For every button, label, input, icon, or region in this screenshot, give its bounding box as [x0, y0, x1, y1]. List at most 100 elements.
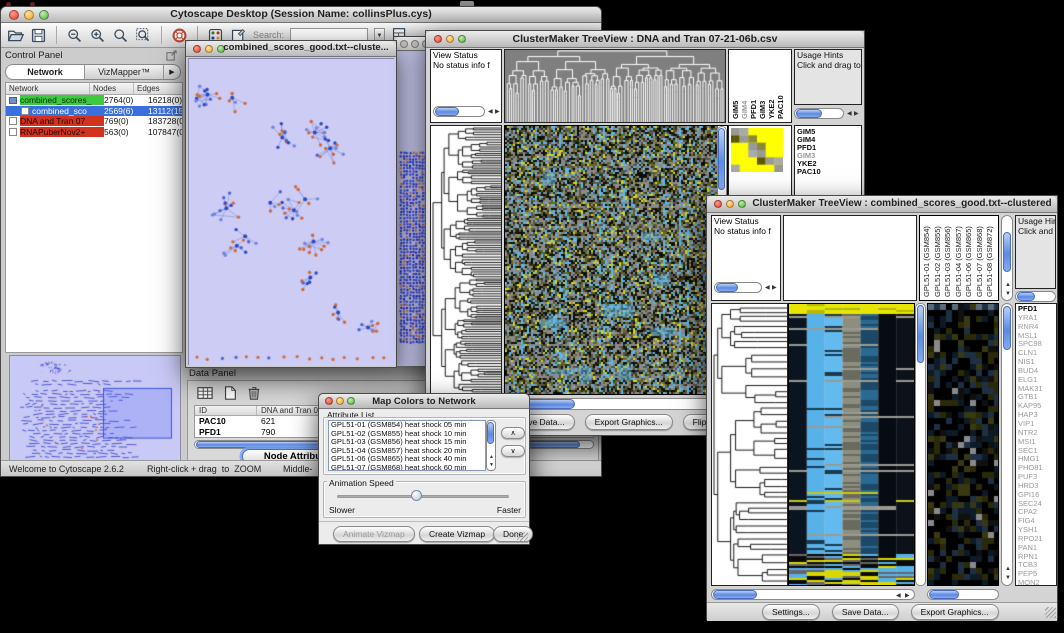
tree1-column-label[interactable]: GIM4 [741, 101, 749, 119]
tree2-column-label[interactable]: GPL51-06 (GSM865) [965, 226, 973, 297]
delete-attribute-icon[interactable] [246, 384, 262, 401]
scrollbar-thumb[interactable] [487, 422, 494, 444]
attribute-table-icon[interactable] [196, 385, 214, 401]
network-overview-canvas[interactable] [10, 356, 180, 464]
scrollbar-thumb[interactable] [929, 590, 959, 599]
tree2-gene-vscrollbar[interactable]: ▲ ▼ [1001, 303, 1013, 586]
tree1-titlebar[interactable]: ClusterMaker TreeView : DNA and Tran 07-… [426, 31, 864, 48]
scrollbar-thumb[interactable] [713, 590, 757, 599]
tree2-column-label[interactable]: GPL51-03 (GSM856) [944, 226, 952, 297]
tree2-column-label[interactable]: GPL51-04 (GSM857) [955, 226, 963, 297]
scroll-left-arrow-icon[interactable]: ◀ [847, 111, 852, 117]
scroll-down-arrow-icon[interactable]: ▼ [1005, 575, 1011, 581]
tree1-action-button[interactable]: Export Graphics... [585, 414, 673, 430]
net1-titlebar[interactable]: combined_scores_good.txt--cluste... [186, 41, 396, 57]
gene-label[interactable]: MON2 [1018, 579, 1056, 585]
network-view-1-canvas[interactable] [189, 59, 395, 366]
scroll-left-arrow-icon[interactable]: ◀ [488, 109, 493, 115]
tree2-column-label[interactable]: GPL51-02 (GSM855) [934, 226, 942, 297]
move-up-button[interactable]: ∧ [501, 427, 525, 439]
scroll-left-arrow-icon[interactable]: ◀ [896, 593, 901, 599]
scrollbar-thumb[interactable] [718, 128, 725, 190]
scrollbar-thumb[interactable] [796, 109, 822, 118]
view-status-hscrollbar[interactable] [714, 282, 762, 293]
move-down-button[interactable]: ∨ [501, 445, 525, 457]
animation-slider-thumb[interactable] [411, 490, 422, 501]
tree1-column-label[interactable]: GIM5 [732, 101, 740, 119]
zoom-selected-icon[interactable] [135, 27, 152, 44]
scrollbar-thumb[interactable] [917, 305, 924, 363]
scrollbar-thumb[interactable] [1003, 232, 1011, 272]
create-vizmap-button[interactable]: Create Vizmap [419, 526, 495, 542]
tree2-usage-hscrollbar[interactable] [1015, 291, 1056, 302]
scroll-up-arrow-icon[interactable]: ▲ [489, 454, 494, 460]
close-button[interactable] [400, 40, 408, 48]
tree2-column-dendrogram-panel[interactable] [783, 215, 917, 301]
animate-vizmap-button[interactable]: Animate Vizmap [333, 526, 415, 542]
main-titlebar[interactable]: Cytoscape Desktop (Session Name: collins… [1, 7, 601, 23]
scroll-right-arrow-icon[interactable]: ▶ [495, 109, 500, 115]
zoom-in-icon[interactable] [89, 27, 106, 44]
column-header[interactable]: Nodes [90, 83, 134, 94]
tree1-usage-hscrollbar[interactable] [794, 108, 844, 119]
tree2-column-label[interactable]: GPL51-07 (GSM868) [976, 226, 984, 297]
tree1-column-label[interactable]: YKE2 [768, 99, 776, 119]
dialog-titlebar[interactable]: Map Colors to Network [319, 394, 529, 409]
scrollbar-thumb[interactable] [716, 283, 738, 292]
scroll-right-arrow-icon[interactable]: ▶ [772, 285, 777, 291]
scroll-up-arrow-icon[interactable]: ▲ [1005, 282, 1011, 288]
resize-grip[interactable] [1045, 607, 1056, 618]
column-header[interactable]: Edges [134, 83, 182, 94]
animation-slider-track[interactable] [337, 495, 509, 498]
tree2-hscrollbar[interactable]: ◀ ▶ [711, 589, 915, 600]
resize-grip[interactable] [517, 532, 528, 543]
column-header[interactable]: Network [6, 83, 90, 94]
tree2-zoom-heatmap[interactable] [928, 304, 998, 585]
tree2-action-button[interactable]: Export Graphics... [911, 604, 999, 620]
tab-item[interactable]: Network [6, 65, 85, 79]
scroll-right-arrow-icon[interactable]: ▶ [854, 111, 859, 117]
network-list-item[interactable]: DNA and Tran 07 769(0) 183728(0) [6, 116, 182, 127]
tree2-zoom-hscrollbar[interactable] [927, 589, 999, 600]
tree2-action-button[interactable]: Save Data... [832, 604, 899, 620]
scroll-left-arrow-icon[interactable]: ◀ [765, 285, 770, 291]
scrollbar-thumb[interactable] [1017, 292, 1035, 301]
tree1-column-label[interactable]: PAC10 [777, 95, 785, 119]
network-list-item[interactable]: combined_sco 2569(6) 13112(15) [6, 106, 182, 117]
scrollbar-thumb[interactable] [1003, 306, 1011, 350]
view-status-hscrollbar[interactable] [433, 106, 485, 117]
scroll-down-arrow-icon[interactable]: ▼ [489, 462, 494, 468]
tree2-collabel-vscrollbar[interactable]: ▲ ▼ [1001, 215, 1013, 301]
tree2-row-dendrogram[interactable] [712, 304, 787, 585]
tree1-column-label[interactable]: GIM3 [759, 101, 767, 119]
tree1-row-label[interactable]: PAC10 [797, 168, 821, 176]
tree2-titlebar[interactable]: ClusterMaker TreeView : combined_scores_… [707, 196, 1057, 213]
scroll-right-arrow-icon[interactable]: ▶ [905, 593, 910, 599]
tree2-action-button[interactable]: Settings... [762, 604, 820, 620]
attribute-list-item[interactable]: GPL51-07 (GSM868) heat shock 60 min [331, 464, 485, 471]
scroll-up-arrow-icon[interactable]: ▲ [1005, 566, 1011, 572]
tree1-column-label[interactable]: PFD1 [750, 100, 758, 119]
new-attribute-icon[interactable] [222, 385, 238, 401]
network-list-item[interactable]: combined_scores_ 2764(0) 16218(0) [6, 95, 182, 106]
tree2-column-label[interactable]: GPL51-08 (GSM872) [986, 226, 994, 297]
scrollbar-thumb[interactable] [435, 107, 459, 116]
network-list-item[interactable]: RNAPuberNov2+ 563(0) 107847(0) [6, 127, 182, 138]
tab-item[interactable]: VizMapper™ [85, 65, 164, 79]
zoom-fit-icon[interactable] [112, 27, 129, 44]
tab-item[interactable]: ▶ [164, 65, 180, 79]
open-folder-icon[interactable] [7, 27, 24, 44]
tree1-row-dendrogram[interactable] [431, 126, 501, 394]
scroll-down-arrow-icon[interactable]: ▼ [1005, 291, 1011, 297]
tree2-heat-vscrollbar[interactable] [915, 303, 926, 586]
minimize-button[interactable] [411, 40, 419, 48]
tree2-column-label[interactable]: GPL51-01 (GSM854) [923, 226, 931, 297]
tree1-column-dendrogram[interactable] [505, 50, 725, 122]
float-panel-icon[interactable] [166, 50, 177, 61]
tree1-yellow-heatmap[interactable] [731, 128, 783, 172]
id-column-header[interactable]: ID [195, 406, 257, 415]
tree1-heatmap[interactable] [505, 126, 718, 394]
attribute-list-vscrollbar[interactable]: ▲ ▼ [486, 420, 496, 471]
zoom-out-icon[interactable] [66, 27, 83, 44]
tree2-heatmap[interactable] [789, 304, 914, 585]
